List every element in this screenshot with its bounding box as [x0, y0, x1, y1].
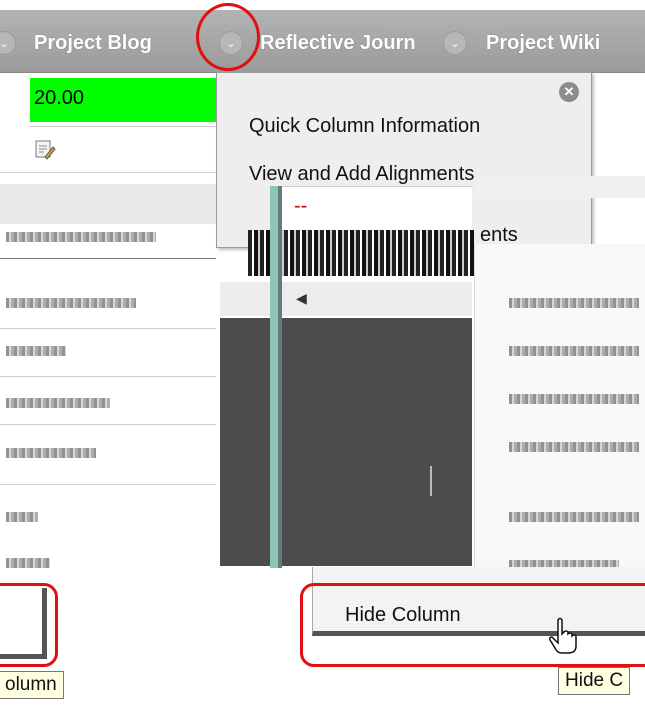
- row-divider: [0, 258, 216, 259]
- gradebook-column-header: ⌄ Project Blog ⌄ Reflective Journ ⌄ Proj…: [0, 10, 645, 73]
- glitch-strip: [278, 186, 282, 568]
- hand-pointer-icon: [548, 616, 580, 656]
- row-divider: [0, 328, 216, 329]
- gradebook-row: [0, 184, 216, 224]
- blurred-text: [6, 346, 66, 356]
- grade-cell[interactable]: 20.00: [30, 78, 216, 122]
- column-title-project-blog[interactable]: Project Blog: [34, 32, 152, 55]
- row-divider: [0, 484, 216, 485]
- row-divider: [0, 424, 216, 425]
- grade-value: 20.00: [34, 87, 85, 109]
- blurred-text: [509, 512, 639, 522]
- tooltip-hide-column-right: Hide C: [558, 667, 631, 695]
- row-divider: [30, 126, 216, 127]
- glitch-fragment: [476, 176, 645, 198]
- blurred-text: [6, 232, 156, 242]
- blurred-text: [6, 512, 38, 522]
- blurred-text: [509, 346, 639, 356]
- tooltip-hide-column-left: olumn: [0, 671, 64, 699]
- highlight-rect: [0, 583, 58, 667]
- glitched-panel: [474, 244, 645, 580]
- edit-grade-icon[interactable]: [34, 138, 56, 160]
- highlight-circle: [196, 3, 260, 71]
- row-divider: [0, 376, 216, 377]
- row-divider: [0, 172, 216, 173]
- chevron-left-icon[interactable]: ◀: [296, 290, 307, 307]
- column-title-reflective-journal[interactable]: Reflective Journ: [260, 32, 416, 55]
- glitch-strip: [270, 186, 278, 568]
- scroll-row: ◀: [220, 282, 472, 316]
- close-icon[interactable]: ✕: [559, 82, 579, 102]
- chevron-down-icon[interactable]: ⌄: [443, 31, 467, 55]
- column-title-project-wiki[interactable]: Project Wiki: [486, 32, 600, 55]
- blurred-text: [6, 398, 110, 408]
- glitch-fragment: --: [280, 186, 472, 231]
- blurred-text: [6, 298, 136, 308]
- text-cursor-icon: [430, 466, 432, 496]
- blurred-text: [6, 448, 96, 458]
- blurred-text: [509, 442, 639, 452]
- blurred-text: [509, 298, 639, 308]
- glitch-text: --: [294, 195, 308, 217]
- chevron-down-icon[interactable]: ⌄: [0, 31, 16, 55]
- menu-item-quick-column-information[interactable]: Quick Column Information: [249, 115, 480, 138]
- blurred-text: [6, 558, 50, 568]
- highlight-rect: [300, 583, 645, 667]
- glitched-dark-panel: [220, 318, 472, 566]
- menu-item-view-add-alignments[interactable]: View and Add Alignments: [249, 163, 474, 186]
- blurred-text: [509, 394, 639, 404]
